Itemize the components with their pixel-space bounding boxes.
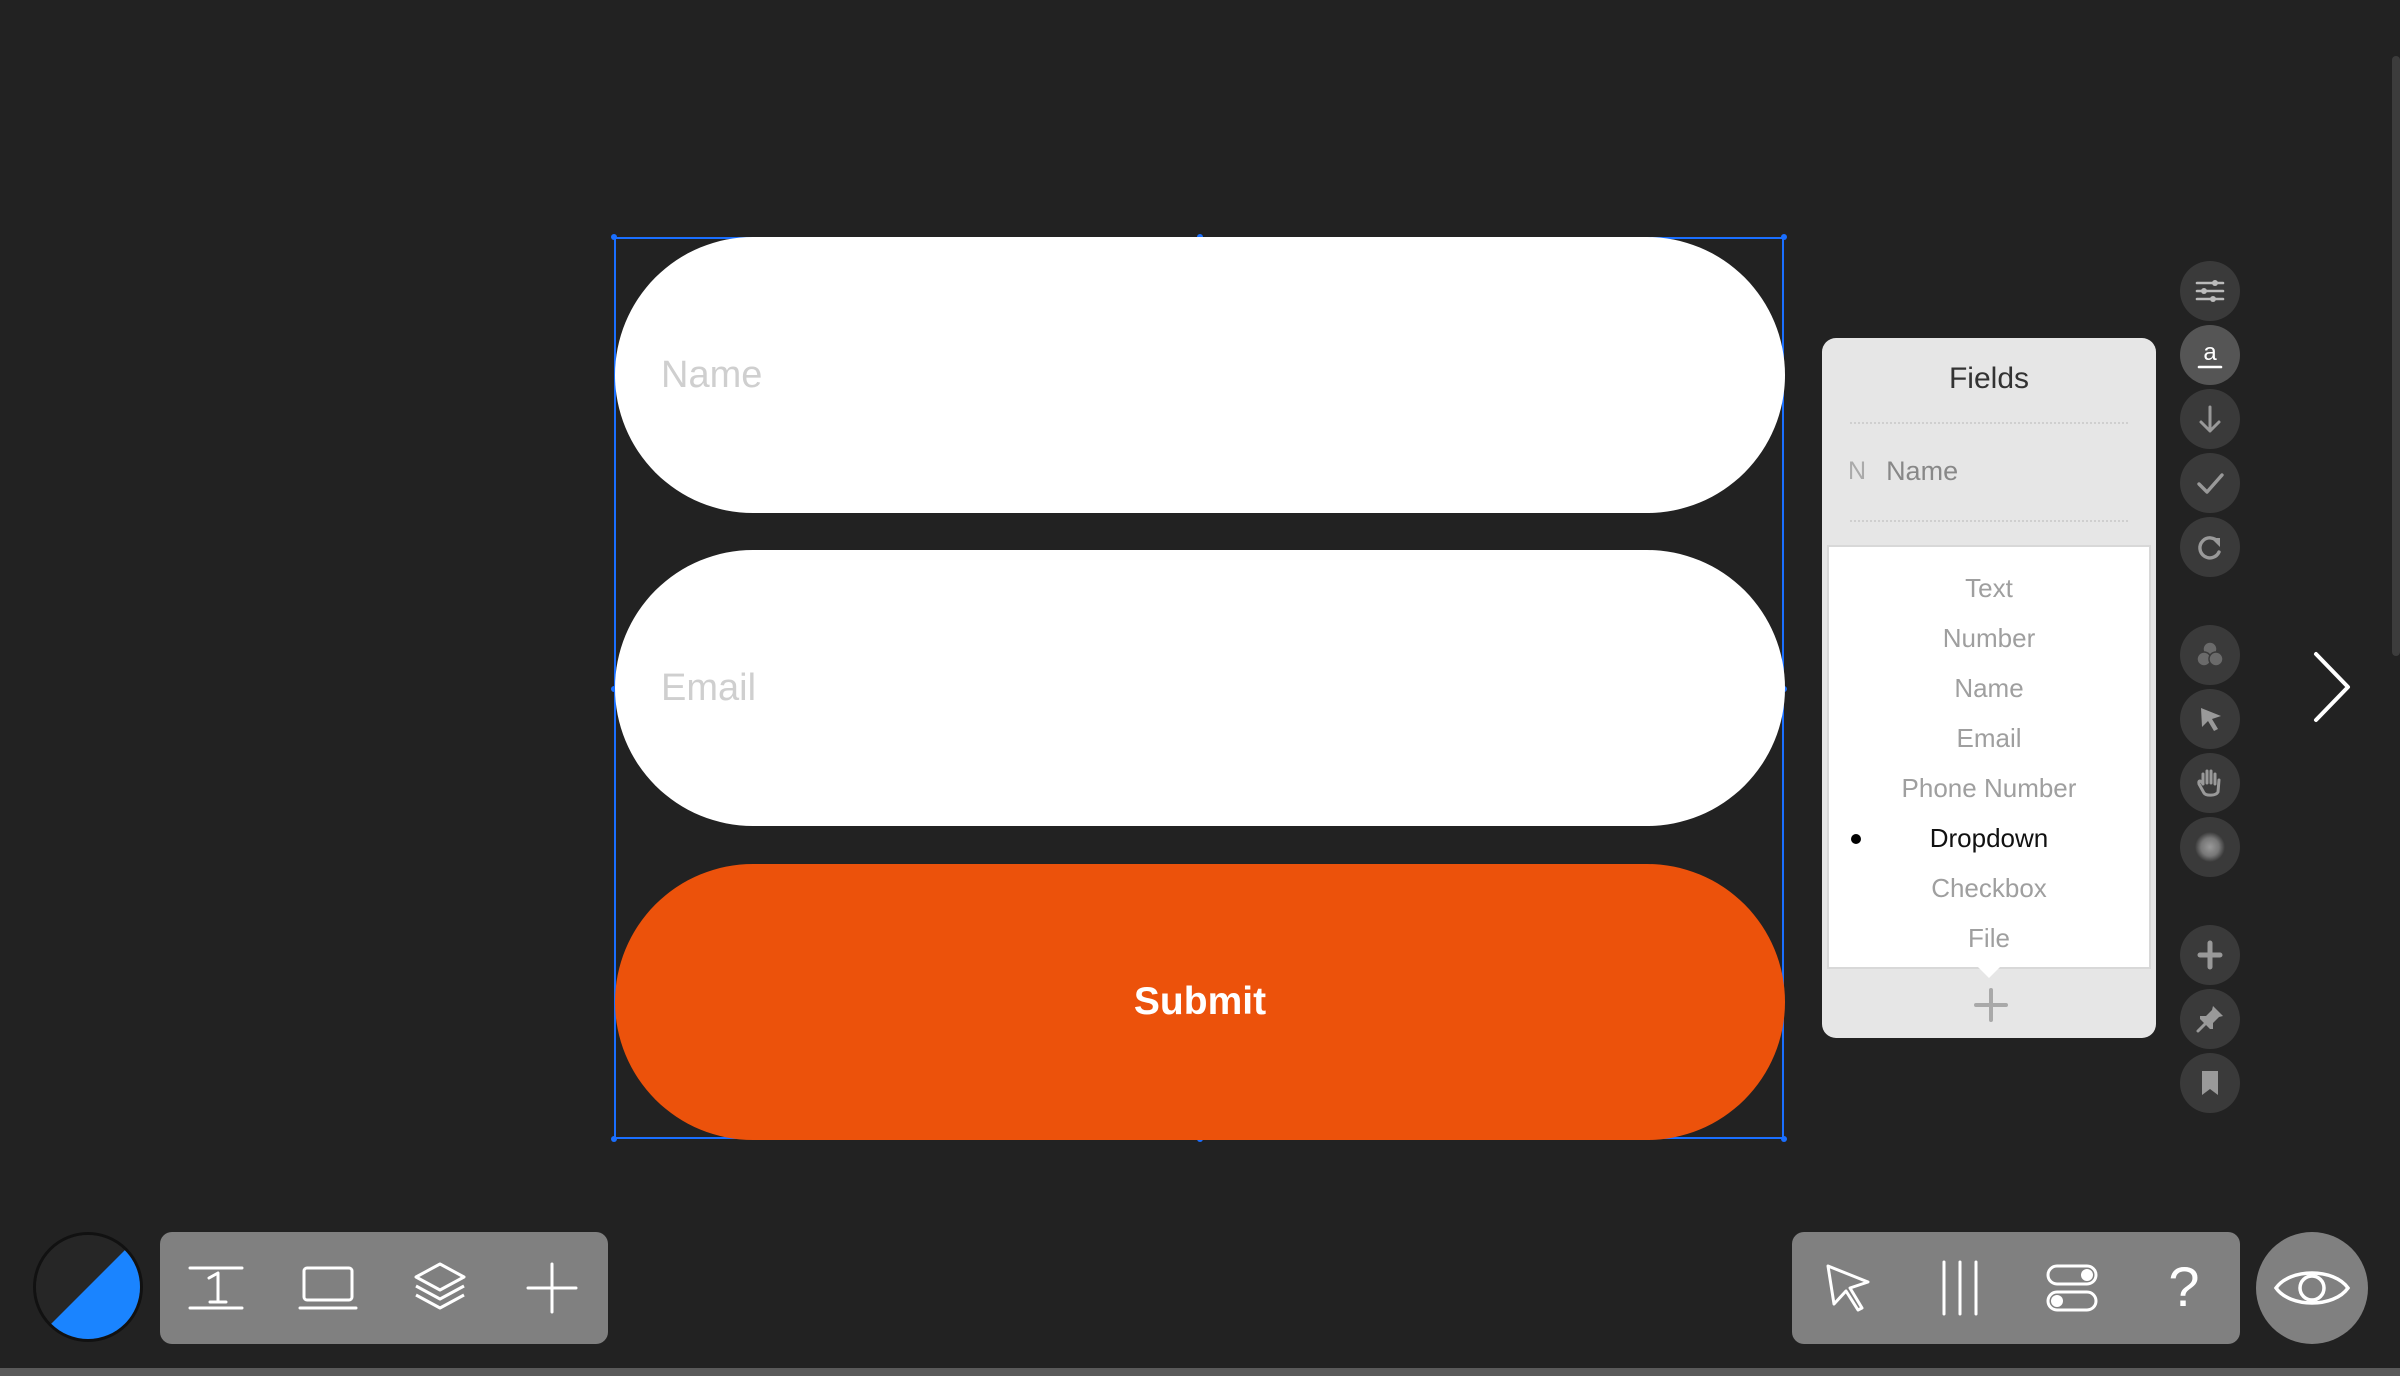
toggle-button[interactable] [2016, 1232, 2128, 1344]
svg-text:a: a [2203, 339, 2217, 366]
plus-icon[interactable] [1974, 988, 2008, 1022]
help-icon: ? [2168, 1258, 2199, 1318]
redo-icon[interactable] [2180, 517, 2240, 577]
color-split-icon [36, 1235, 140, 1339]
text-tool-icon [188, 1266, 244, 1310]
arrow-down-icon[interactable] [2180, 389, 2240, 449]
field-label: Name [1886, 456, 1959, 486]
email-input[interactable]: Email [615, 550, 1785, 826]
selection-handle[interactable] [1781, 1136, 1787, 1142]
device-button[interactable] [272, 1232, 384, 1344]
blur-icon[interactable] [2180, 817, 2240, 877]
fields-panel: Fields N Name Text Number Name Email Pho… [1822, 338, 2156, 1038]
toggle-icon [2046, 1264, 2098, 1312]
text-tool-button[interactable] [160, 1232, 272, 1344]
color-swatch[interactable] [33, 1232, 143, 1342]
add-button[interactable] [496, 1232, 608, 1344]
columns-icon [1942, 1260, 1978, 1316]
bottom-right-toolbar: ? [1792, 1232, 2240, 1344]
select-tool-button[interactable] [1792, 1232, 1904, 1344]
scrollbar[interactable] [2392, 56, 2400, 656]
name-placeholder: Name [661, 353, 763, 396]
preview-button[interactable] [2256, 1232, 2368, 1344]
bottom-left-toolbar [160, 1232, 608, 1344]
divider [1850, 520, 2128, 522]
eye-icon [2273, 1271, 2351, 1305]
type-option-text[interactable]: Text [1829, 563, 2149, 613]
type-option-phone-number[interactable]: Phone Number [1829, 763, 2149, 813]
submit-button[interactable]: Submit [615, 864, 1785, 1140]
bottom-bar [0, 1368, 2400, 1376]
selection-handle[interactable] [611, 234, 617, 240]
select-icon [1826, 1264, 1870, 1312]
type-option-dropdown[interactable]: Dropdown [1829, 813, 2149, 863]
hand-icon[interactable] [2180, 753, 2240, 813]
device-icon [298, 1266, 358, 1310]
field-row-name[interactable]: N Name [1848, 456, 1958, 487]
plus-cross-icon[interactable] [2180, 925, 2240, 985]
layers-icon [414, 1262, 466, 1310]
bookmark-icon[interactable] [2180, 1053, 2240, 1113]
pin-icon[interactable] [2180, 989, 2240, 1049]
add-icon [526, 1262, 578, 1314]
chevron-right-icon[interactable] [2310, 650, 2354, 724]
type-option-number[interactable]: Number [1829, 613, 2149, 663]
selection-handle[interactable] [611, 1136, 617, 1142]
fields-panel-title: Fields [1948, 362, 2030, 395]
columns-button[interactable] [1904, 1232, 2016, 1344]
sliders-icon[interactable] [2180, 261, 2240, 321]
dropdown-notch [1978, 967, 2000, 978]
submit-label: Submit [1133, 980, 1267, 1023]
field-type-dropdown[interactable]: Text Number Name Email Phone Number Drop… [1827, 545, 2151, 969]
type-option-checkbox[interactable]: Checkbox [1829, 863, 2149, 913]
divider [1850, 422, 2128, 424]
type-option-email[interactable]: Email [1829, 713, 2149, 763]
type-option-file[interactable]: File [1829, 913, 2149, 963]
color-blend-icon[interactable] [2180, 625, 2240, 685]
selection-handle[interactable] [1781, 234, 1787, 240]
email-placeholder: Email [661, 666, 757, 709]
checkmark-icon[interactable] [2180, 453, 2240, 513]
pointer-icon[interactable] [2180, 689, 2240, 749]
selected-dot [1851, 834, 1861, 844]
name-input[interactable]: Name [615, 237, 1785, 513]
help-button[interactable]: ? [2128, 1232, 2240, 1344]
layers-button[interactable] [384, 1232, 496, 1344]
svg-text:?: ? [2168, 1258, 2199, 1318]
type-option-name[interactable]: Name [1829, 663, 2149, 713]
field-initial: N [1848, 457, 1867, 485]
text-a-icon[interactable]: a [2180, 325, 2240, 385]
